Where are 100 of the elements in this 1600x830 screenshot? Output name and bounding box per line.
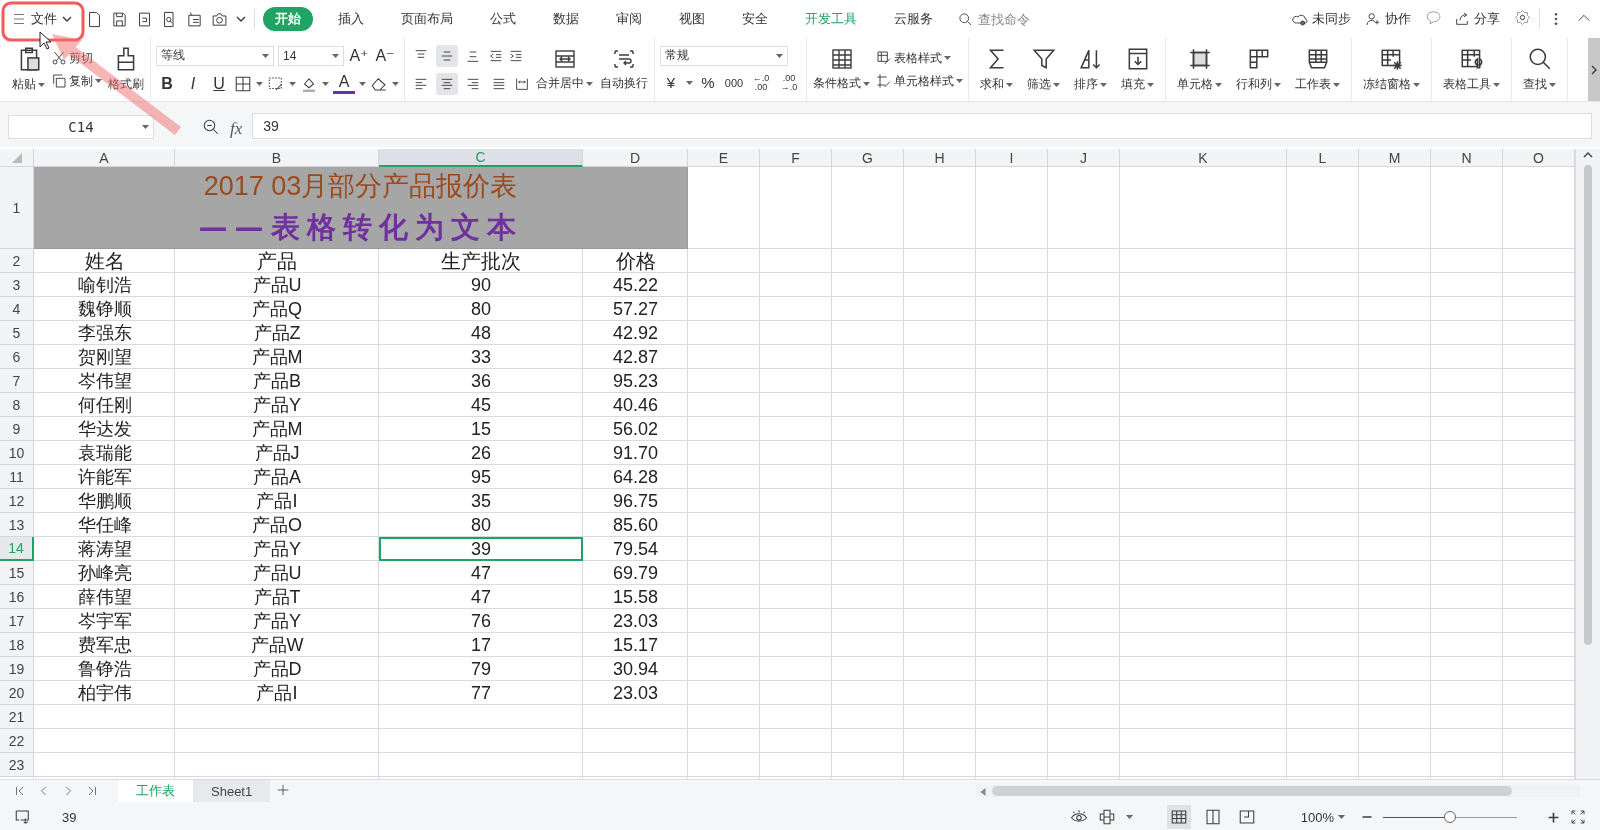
worksheet-button[interactable]: 工作表 [1294, 46, 1341, 93]
column-header[interactable]: B [175, 149, 379, 167]
wrap-text-button[interactable]: 自动换行 [599, 47, 649, 92]
row-header[interactable]: 23 [0, 753, 34, 777]
percent-button[interactable]: % [697, 71, 719, 94]
ribbon-tab[interactable]: 插入 [326, 7, 376, 31]
align-button[interactable] [436, 44, 458, 67]
ribbon-tab[interactable]: 审阅 [604, 7, 654, 31]
macro-icon[interactable] [14, 808, 32, 826]
column-header[interactable]: G [832, 149, 904, 167]
column-header[interactable]: F [760, 149, 832, 167]
scroll-up-icon[interactable] [1583, 151, 1593, 159]
number-format-dropdown[interactable]: 常规 [660, 45, 788, 66]
row-header[interactable]: 2 [0, 249, 34, 273]
last-sheet-icon[interactable] [86, 785, 98, 797]
column-header[interactable]: D [583, 149, 688, 167]
row-header[interactable]: 19 [0, 657, 34, 681]
conditional-format-button[interactable]: 条件格式 [812, 47, 871, 92]
row-header[interactable]: 18 [0, 633, 34, 657]
collaborate-button[interactable]: 协作 [1363, 8, 1413, 30]
settings-icon[interactable] [1514, 9, 1531, 26]
font-size-dropdown[interactable]: 14 [278, 45, 344, 66]
row-header[interactable]: 16 [0, 585, 34, 609]
cross-grid-icon[interactable] [1097, 808, 1116, 826]
row-header[interactable]: 22 [0, 729, 34, 753]
decrease-decimal-button[interactable]: .00 →.0 [777, 71, 801, 94]
font-color-button[interactable]: A [333, 73, 355, 94]
increase-decimal-button[interactable]: ←.0 .00 [749, 71, 773, 94]
row-header[interactable]: 17 [0, 609, 34, 633]
export-icon[interactable] [136, 10, 153, 28]
paste-button[interactable]: 粘贴 [11, 46, 46, 93]
row-header[interactable]: 11 [0, 465, 34, 489]
file-menu-button[interactable]: 文件 [6, 6, 78, 32]
copy-button[interactable]: 复制 [51, 72, 102, 90]
cell-button[interactable]: 单元格 [1176, 46, 1223, 93]
column-header[interactable]: E [688, 149, 760, 167]
chevron-right-icon[interactable] [1590, 64, 1598, 75]
row-header[interactable]: 10 [0, 441, 34, 465]
scroll-left-icon[interactable] [980, 787, 986, 796]
sum-button[interactable]: 求和 [979, 46, 1014, 93]
row-header[interactable]: 4 [0, 297, 34, 321]
column-header[interactable]: A [34, 149, 175, 167]
formula-input[interactable]: 39 [252, 113, 1592, 139]
row-header[interactable]: 6 [0, 345, 34, 369]
cell-format-icon[interactable] [267, 74, 285, 93]
ribbon-tab[interactable]: 公式 [478, 7, 528, 31]
share-button[interactable]: 分享 [1452, 8, 1502, 30]
filter-button[interactable]: 筛选 [1026, 46, 1061, 93]
italic-button[interactable]: I [182, 72, 204, 95]
sheet-tab[interactable]: Sheet1 [193, 780, 271, 802]
row-header[interactable]: 1 [0, 167, 34, 249]
row-column-button[interactable]: 行和列 [1235, 46, 1282, 93]
column-header[interactable]: O [1503, 149, 1575, 167]
row-header[interactable]: 12 [0, 489, 34, 513]
thousands-button[interactable]: 000 [723, 71, 745, 94]
row-header[interactable]: 21 [0, 705, 34, 729]
function-label[interactable]: fx [230, 119, 243, 139]
camera-icon[interactable] [211, 10, 228, 28]
view-button[interactable] [1166, 805, 1191, 829]
column-header[interactable]: K [1120, 149, 1287, 167]
sync-status-button[interactable]: 未同步 [1290, 8, 1353, 30]
row-header[interactable]: 8 [0, 393, 34, 417]
name-box[interactable]: C14 [8, 115, 154, 139]
bold-button[interactable]: B [156, 72, 178, 95]
cell-style-button[interactable]: 单元格样式 [876, 72, 963, 90]
first-sheet-icon[interactable] [14, 785, 26, 797]
row-header[interactable]: 15 [0, 561, 34, 585]
grow-font-button[interactable]: A⁺ [348, 44, 370, 67]
currency-button[interactable]: ¥ [660, 71, 682, 94]
column-header[interactable]: M [1359, 149, 1431, 167]
fill-button[interactable]: 填充 [1120, 46, 1155, 93]
caret-icon[interactable] [236, 16, 246, 22]
row-header[interactable]: 9 [0, 417, 34, 441]
borders-icon[interactable] [234, 74, 252, 93]
align-button[interactable] [436, 72, 458, 95]
find-button[interactable]: 查找 [1522, 46, 1557, 93]
row-header[interactable]: 13 [0, 513, 34, 537]
ribbon-tab[interactable]: 数据 [541, 7, 591, 31]
font-name-dropdown[interactable]: 等线 [156, 45, 274, 66]
zoom-level-dropdown[interactable]: 100% [1294, 808, 1351, 826]
horizontal-scrollbar[interactable] [992, 786, 1512, 796]
column-header[interactable]: N [1431, 149, 1503, 167]
ribbon-tab[interactable]: 安全 [730, 7, 780, 31]
freeze-panes-button[interactable]: 冻结窗格 [1362, 46, 1421, 93]
sort-button[interactable]: 排序 [1073, 46, 1108, 93]
format-painter-button[interactable]: 格式刷 [107, 46, 145, 93]
column-header[interactable]: J [1048, 149, 1120, 167]
underline-button[interactable]: U [208, 72, 230, 95]
ribbon-tab[interactable]: 视图 [667, 7, 717, 31]
row-header[interactable]: 3 [0, 273, 34, 297]
column-header[interactable]: I [976, 149, 1048, 167]
ribbon-tab[interactable]: 云服务 [882, 7, 945, 31]
row-header[interactable]: 20 [0, 681, 34, 705]
table-style-button[interactable]: 表格样式 [876, 49, 963, 67]
save-icon[interactable] [111, 10, 128, 28]
ribbon-tab[interactable]: 页面布局 [389, 7, 465, 31]
row-header[interactable]: 5 [0, 321, 34, 345]
fullscreen-icon[interactable] [1570, 809, 1586, 825]
vertical-scrollbar[interactable] [1584, 165, 1592, 645]
column-header[interactable]: L [1287, 149, 1359, 167]
